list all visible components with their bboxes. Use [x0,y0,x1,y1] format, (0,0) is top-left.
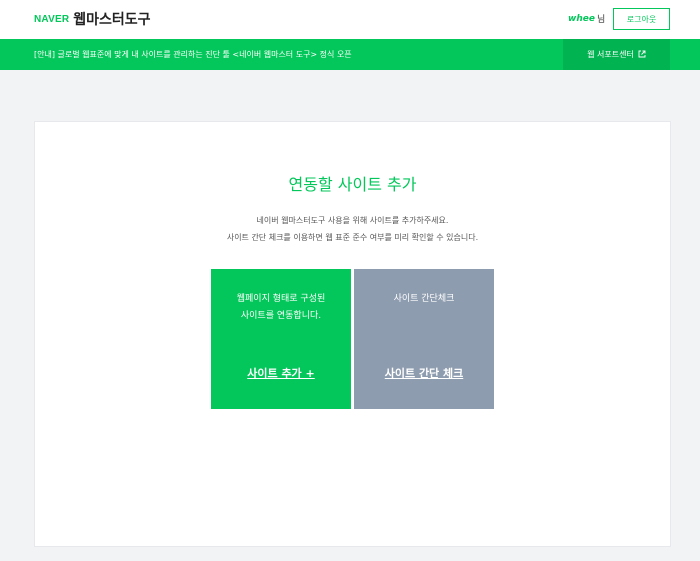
notice-bar: [안내] 글로벌 웹표준에 맞게 내 사이트를 관리하는 진단 툴 <네이버 웹… [0,39,700,70]
site-check-description: 사이트 간단체크 [354,291,494,308]
description-line-2: 사이트 간단 체크를 이용하면 웹 표준 준수 여부를 미리 확인할 수 있습니… [226,233,479,242]
description-line-1: 네이버 웹마스터도구 사용을 위해 사이트를 추가하주세요. [256,216,449,225]
support-center-link[interactable]: 웹 서포트센터 [563,39,670,70]
naver-webmaster-logo[interactable]: NAVER 웹마스터도구 [34,9,151,29]
add-site-desc-line-2: 사이트를 연동합니다. [240,311,322,321]
external-link-icon [638,50,646,60]
user-info: whee 님 [568,12,606,26]
logout-button[interactable]: 로그아웃 [613,8,670,30]
add-site-card: 연동할 사이트 추가 네이버 웹마스터도구 사용을 위해 사이트를 추가하주세요… [34,121,671,547]
naver-logo-text: NAVER [34,13,70,25]
user-id: whee [568,13,595,24]
notice-text[interactable]: [안내] 글로벌 웹표준에 맞게 내 사이트를 관리하는 진단 툴 <네이버 웹… [34,49,352,60]
top-header: NAVER 웹마스터도구 whee 님 로그아웃 [0,0,700,39]
user-suffix: 님 [596,15,606,25]
page-title: 연동할 사이트 추가 [288,175,417,194]
add-site-link[interactable]: 사이트 추가 + [211,365,351,381]
site-check-link[interactable]: 사이트 간단 체크 [354,365,494,381]
site-check-tile[interactable]: 사이트 간단체크 사이트 간단 체크 [354,269,494,409]
product-name: 웹마스터도구 [73,12,151,28]
add-site-desc-line-1: 웹페이지 형태로 구성된 [236,294,326,304]
add-site-description: 웹페이지 형태로 구성된 사이트를 연동합니다. [211,291,351,325]
site-check-desc-line-1: 사이트 간단체크 [393,294,455,304]
support-center-label: 웹 서포트센터 [587,50,634,59]
page-description: 네이버 웹마스터도구 사용을 위해 사이트를 추가하주세요. 사이트 간단 체크… [35,212,670,246]
add-site-tile[interactable]: 웹페이지 형태로 구성된 사이트를 연동합니다. 사이트 추가 + [211,269,351,409]
